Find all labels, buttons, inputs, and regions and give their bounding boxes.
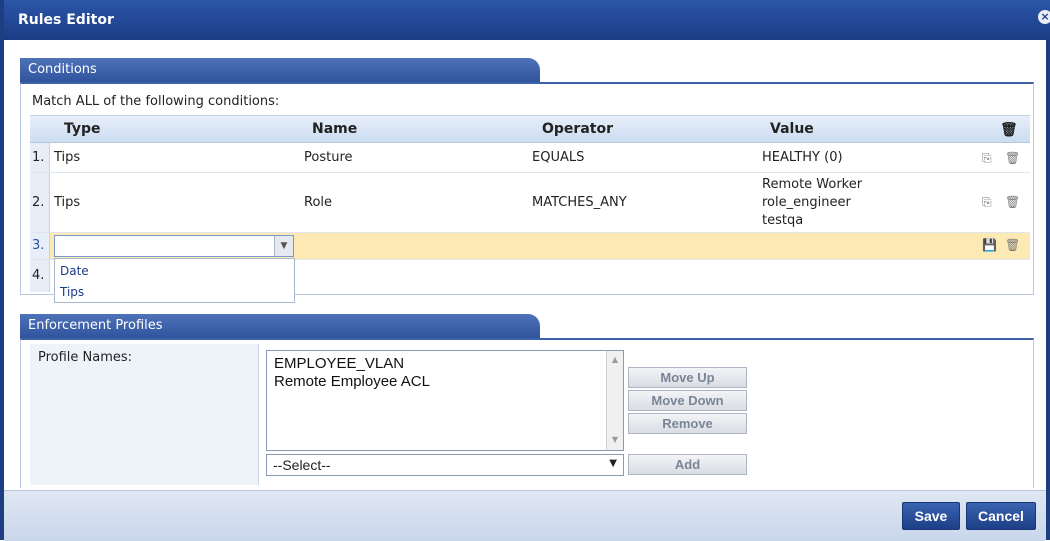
row-number: 2. [32,195,45,210]
row-number-cell: 2. [30,173,50,232]
table-row: 2. Tips Role MATCHES_ANY Remote Worker r… [30,173,1030,233]
profile-list-item[interactable]: EMPLOYEE_VLAN [274,355,404,372]
save-row-icon[interactable]: 💾 [982,238,997,252]
row-name: Role [304,195,333,210]
match-text: Match ALL of the following conditions: [32,94,280,109]
row-value-line: role_engineer [762,195,851,210]
save-button[interactable]: Save [902,502,960,530]
column-header-operator: Operator [542,121,613,137]
add-button[interactable]: Add [628,454,747,475]
profile-select[interactable]: --Select-- ▼ [266,454,624,476]
scroll-down-icon[interactable]: ▼ [607,435,623,444]
dropdown-option-date[interactable]: Date [60,264,89,278]
select-arrow-icon[interactable]: ▼ [609,458,617,469]
row-operator: EQUALS [532,150,585,165]
rules-editor-dialog: Rules Editor × Conditions Match ALL of t… [0,0,1050,541]
enforcement-profiles-section-tab: Enforcement Profiles [20,314,540,338]
dropdown-option-tips[interactable]: Tips [60,285,84,299]
row-operator: MATCHES_ANY [532,195,627,210]
move-up-button[interactable]: Move Up [628,367,747,388]
row-type: Tips [54,195,81,210]
scroll-up-icon[interactable]: ▲ [607,355,623,364]
row-number: 4. [32,268,45,283]
row-number-cell: 1. [30,143,50,172]
row-value-line: Remote Worker [762,177,863,192]
table-row: 1. Tips Posture EQUALS HEALTHY (0) ⎘ 🗑 [30,143,1030,173]
type-combobox[interactable]: ▼ [54,235,294,257]
copy-icon[interactable]: ⎘ [982,151,992,166]
column-header-type: Type [64,121,101,137]
copy-icon[interactable]: ⎘ [982,195,992,210]
column-header-name: Name [312,121,358,137]
conditions-section-tab: Conditions [20,58,540,82]
row-number-cell: 4. [30,260,50,292]
profile-names-listbox[interactable]: EMPLOYEE_VLAN Remote Employee ACL ▲ ▼ [266,350,624,451]
dialog-footer [4,490,1046,541]
row-number-cell: 3. [30,233,50,259]
profile-select-value: --Select-- [273,457,331,473]
remove-button[interactable]: Remove [628,413,747,434]
delete-all-icon[interactable]: 🗑 [1000,122,1018,138]
chevron-down-icon[interactable]: ▼ [274,236,293,256]
trash-icon[interactable]: 🗑 [1005,238,1020,252]
column-header-value: Value [770,121,814,137]
profile-names-label: Profile Names: [38,350,133,365]
profile-label-cell [30,344,259,485]
cancel-button[interactable]: Cancel [966,502,1036,530]
listbox-scrollbar[interactable]: ▲ ▼ [606,351,623,450]
close-icon[interactable]: × [1038,10,1050,24]
trash-icon[interactable]: 🗑 [1005,151,1020,165]
trash-icon[interactable]: 🗑 [1005,195,1020,209]
move-down-button[interactable]: Move Down [628,390,747,411]
row-number: 3. [32,238,45,253]
row-number: 1. [32,150,45,165]
row-name: Posture [304,150,353,165]
titlebar: Rules Editor × [4,0,1050,40]
type-dropdown-list: Date Tips [54,258,295,303]
profile-list-item[interactable]: Remote Employee ACL [274,373,430,390]
conditions-table-header: Type Name Operator Value 🗑 [30,115,1030,143]
dialog-title: Rules Editor [18,12,114,28]
row-type: Tips [54,150,81,165]
row-value-line: testqa [762,213,804,228]
row-value: HEALTHY (0) [762,150,843,165]
